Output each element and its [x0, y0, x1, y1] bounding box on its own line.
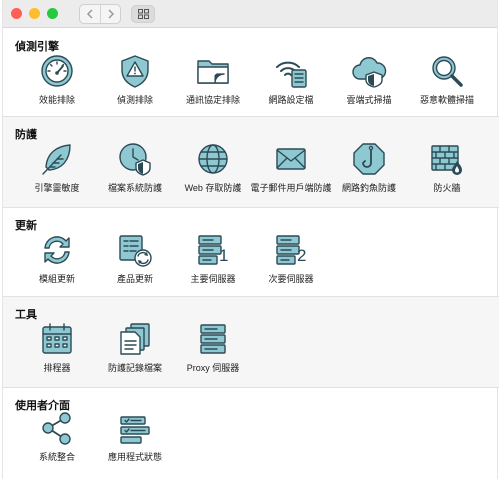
- section-title: 工具: [15, 309, 37, 321]
- clock-shield-icon: [119, 143, 151, 176]
- item-label: 偵測排除: [116, 95, 153, 105]
- pref-protocol-exclusions[interactable]: 通訊協定排除: [171, 53, 255, 106]
- section-title: 偵測引擎: [15, 41, 59, 53]
- item-label: Proxy 伺服器: [186, 363, 240, 373]
- pref-engine-sensitivity[interactable]: 引擎靈敏度: [15, 141, 99, 194]
- pref-file-system-protection[interactable]: 檔案系統防護: [93, 141, 177, 194]
- pref-modules-update[interactable]: 模組更新: [15, 232, 99, 285]
- wifi-list-icon: [276, 61, 307, 88]
- section-detection-engine: 偵測引擎 效能排除 偵測排除 通訊協定排除 網路設定檔 雲端式掃描 惡意軟體掃描: [3, 29, 499, 115]
- close-window-button[interactable]: [11, 8, 22, 19]
- network-folder-icon: [197, 60, 229, 84]
- section-tools: 工具 排程器 防護記錄檔案 Proxy 伺服器: [3, 297, 499, 387]
- warning-shield-icon: [121, 55, 149, 88]
- pref-product-update[interactable]: 產品更新: [93, 232, 177, 285]
- minimize-window-button[interactable]: [29, 8, 40, 19]
- speedometer-icon: [41, 55, 73, 87]
- titlebar: [3, 0, 497, 28]
- item-label: 防護記錄檔案: [107, 363, 162, 373]
- globe-icon: [198, 144, 228, 174]
- item-label: 應用程式狀態: [107, 452, 162, 462]
- pref-anti-phishing[interactable]: 網路釣魚防護: [327, 141, 411, 194]
- app-status-icon: [120, 416, 150, 444]
- section-protection: 防護 引擎靈敏度 檔案系統防護 Web 存取防護 電子郵件用戶端防護 網路釣魚防…: [3, 117, 499, 207]
- section-update: 更新 模組更新 產品更新 1 主要伺服器 2 次要伺服器: [3, 208, 499, 296]
- item-label: 惡意軟體掃描: [419, 95, 474, 105]
- pref-web-access-protection[interactable]: Web 存取防護: [171, 141, 255, 194]
- fishhook-icon: [353, 143, 385, 175]
- item-label: 網路釣魚防護: [341, 183, 396, 193]
- server-number-badge: 1: [219, 246, 229, 265]
- zoom-window-button[interactable]: [47, 8, 58, 19]
- item-label: 系統整合: [38, 452, 75, 462]
- section-title: 防護: [15, 129, 37, 141]
- item-label: 電子郵件用戶端防護: [250, 183, 332, 193]
- pref-secondary-server[interactable]: 2 次要伺服器: [249, 232, 333, 285]
- pref-cloud-scanning[interactable]: 雲端式掃描: [327, 53, 411, 106]
- back-button[interactable]: [80, 5, 100, 23]
- pref-network-profiles[interactable]: 網路設定檔: [249, 53, 333, 106]
- forward-button[interactable]: [100, 4, 120, 23]
- pref-firewall[interactable]: 防火牆: [405, 141, 489, 194]
- item-label: 次要伺服器: [268, 274, 314, 284]
- pref-system-integration[interactable]: 系統整合: [15, 410, 99, 463]
- feather-icon: [42, 144, 71, 175]
- show-all-button[interactable]: [131, 4, 155, 23]
- item-label: 檔案系統防護: [107, 183, 162, 193]
- item-label: 效能排除: [38, 95, 75, 105]
- chevron-left-icon: [86, 8, 93, 19]
- item-label: 排程器: [43, 363, 71, 373]
- envelope-icon: [276, 148, 306, 170]
- cloud-shield-icon: [352, 57, 387, 88]
- product-update-icon: [119, 235, 152, 267]
- item-label: 防火牆: [433, 183, 461, 193]
- magnifier-icon: [432, 56, 463, 87]
- proxy-server-icon: [200, 324, 226, 354]
- pref-application-statuses[interactable]: 應用程式狀態: [93, 410, 177, 463]
- navigation-buttons: [79, 3, 121, 24]
- section-user-interface: 使用者介面 系統整合 應用程式狀態: [3, 388, 499, 479]
- pref-email-client-protection[interactable]: 電子郵件用戶端防護: [249, 141, 333, 194]
- section-title: 更新: [15, 220, 37, 232]
- grid-icon: [137, 8, 149, 19]
- refresh-icon: [44, 236, 70, 264]
- item-label: 引擎靈敏度: [34, 183, 80, 193]
- log-files-icon: [120, 323, 150, 355]
- item-label: 通訊協定排除: [185, 95, 240, 105]
- chevron-right-icon: [107, 8, 114, 19]
- item-label: 產品更新: [116, 274, 153, 284]
- item-label: 主要伺服器: [190, 274, 236, 284]
- item-label: 雲端式掃描: [346, 95, 392, 105]
- item-label: 模組更新: [38, 274, 75, 284]
- pref-primary-server[interactable]: 1 主要伺服器: [171, 232, 255, 285]
- firewall-icon: [431, 145, 462, 175]
- item-label: Web 存取防護: [184, 183, 242, 193]
- pref-malware-scans[interactable]: 惡意軟體掃描: [405, 53, 489, 106]
- pref-scheduler[interactable]: 排程器: [15, 321, 99, 374]
- item-label: 網路設定檔: [268, 95, 314, 105]
- share-nodes-icon: [42, 412, 71, 445]
- pref-detection-exclusions[interactable]: 偵測排除: [93, 53, 177, 106]
- pref-proxy-server[interactable]: Proxy 伺服器: [171, 321, 255, 374]
- server-number-badge: 2: [297, 246, 307, 265]
- pref-performance-exclusions[interactable]: 效能排除: [15, 53, 99, 106]
- preferences-window: 偵測引擎 效能排除 偵測排除 通訊協定排除 網路設定檔 雲端式掃描 惡意軟體掃描…: [2, 0, 499, 479]
- pref-log-files[interactable]: 防護記錄檔案: [93, 321, 177, 374]
- calendar-icon: [42, 323, 72, 354]
